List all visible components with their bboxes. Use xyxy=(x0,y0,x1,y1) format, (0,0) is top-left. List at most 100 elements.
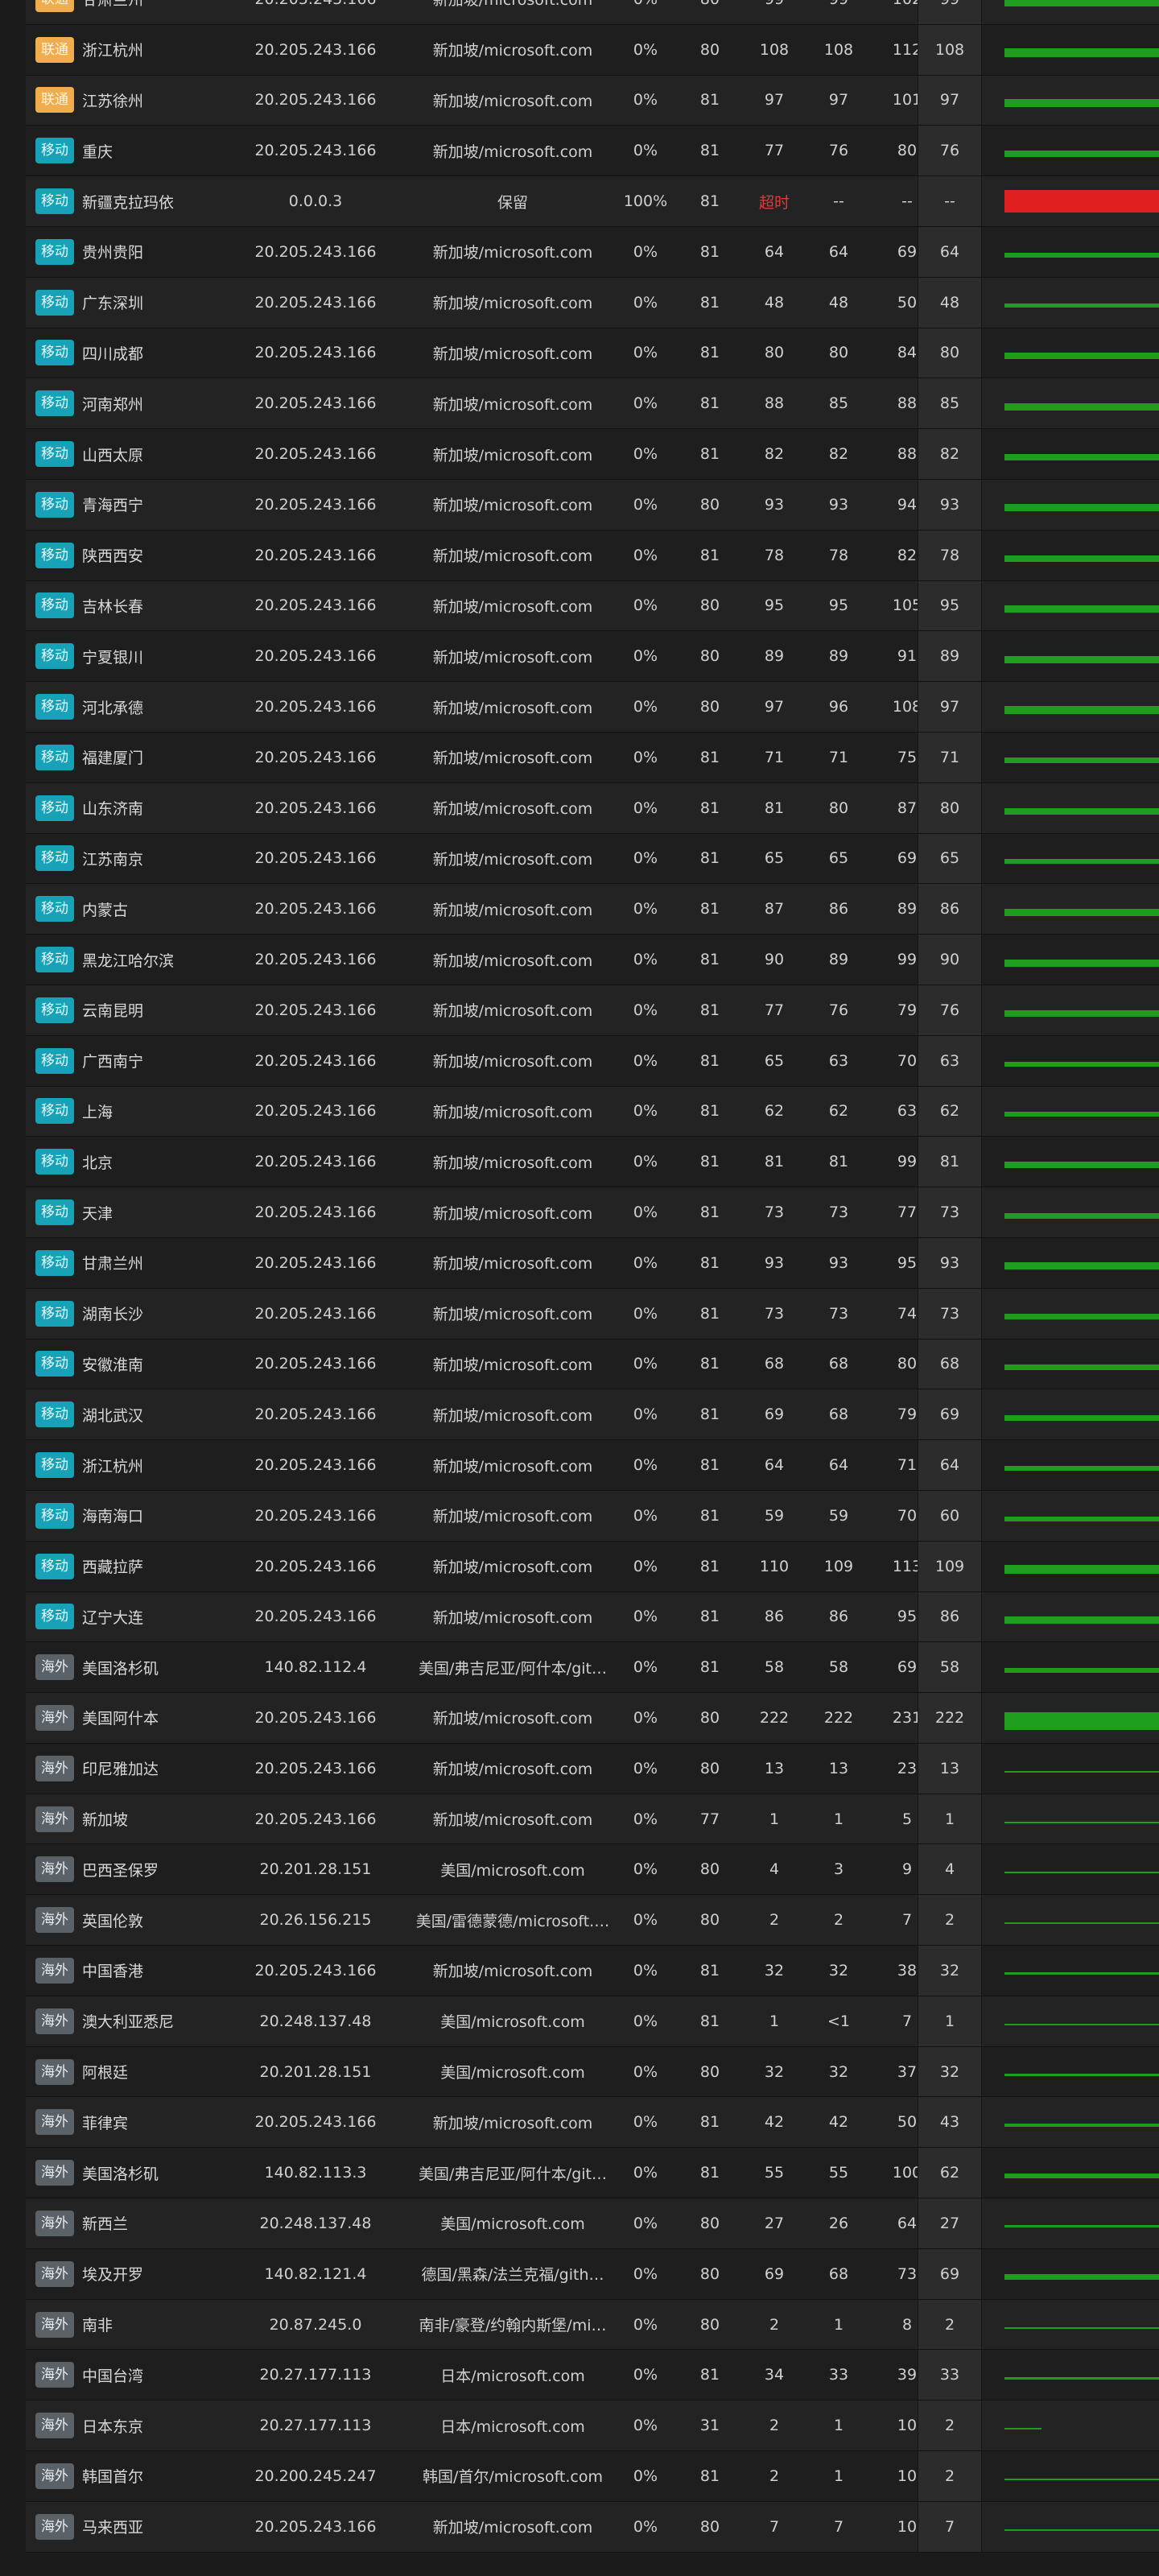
avg-cell: 80 xyxy=(828,799,849,817)
sent-cell: 77 xyxy=(699,1810,720,1828)
loss-cell: 0% xyxy=(633,1456,658,1474)
geo-cell: 德国/黑森/法兰克福/gith… xyxy=(421,2266,604,2285)
last-cell: 32 xyxy=(764,1961,785,1979)
node-cell: 海外 美国阿什本 xyxy=(35,1693,229,1743)
node-cell: 移动 湖南长沙 xyxy=(35,1289,229,1339)
ip-cell: 20.205.243.166 xyxy=(254,951,377,969)
best-cell: 71 xyxy=(918,732,982,782)
node-city: 美国洛杉矶 xyxy=(82,1659,159,1678)
latency-sparkline-bar xyxy=(1004,2274,1159,2281)
sent-cell: 81 xyxy=(699,1051,720,1070)
best-cell: 86 xyxy=(918,1591,982,1642)
ip-cell: 20.205.243.166 xyxy=(254,900,377,919)
sent-cell: 81 xyxy=(699,445,720,464)
node-city: 甘肃兰州 xyxy=(82,0,144,10)
isp-badge: 海外 xyxy=(35,1856,74,1883)
avg-cell: 81 xyxy=(828,1153,849,1171)
latency-sparkline-bar xyxy=(1004,2326,1159,2329)
avg-cell: 80 xyxy=(828,344,849,362)
loss-cell: 0% xyxy=(633,1708,658,1727)
latency-sparkline-bar xyxy=(1004,2428,1042,2430)
ip-cell: 20.205.243.166 xyxy=(254,2517,377,2536)
node-cell: 移动 河北承德 xyxy=(35,682,229,732)
node-city: 山西太原 xyxy=(82,446,144,464)
loss-cell: 0% xyxy=(633,1911,658,1930)
geo-cell: 新加坡/microsoft.com xyxy=(432,1356,593,1374)
latency-sparkline xyxy=(1004,783,1159,833)
loss-cell: 0% xyxy=(633,2062,658,2081)
latency-sparkline-bar xyxy=(1004,2023,1159,2025)
loss-cell: 0% xyxy=(633,951,658,969)
best-cell: 80 xyxy=(918,782,982,833)
last-cell: 58 xyxy=(764,1658,785,1677)
node-cell: 移动 湖北武汉 xyxy=(35,1389,229,1439)
node-city: 北京 xyxy=(82,1154,113,1172)
node-city: 河南郑州 xyxy=(82,395,144,414)
geo-cell: 新加坡/microsoft.com xyxy=(432,1002,593,1021)
sent-cell: 80 xyxy=(699,495,720,514)
isp-badge: 移动 xyxy=(35,947,74,973)
avg-cell: 95 xyxy=(828,597,849,615)
latency-sparkline-bar xyxy=(1004,252,1159,258)
sent-cell: 81 xyxy=(699,1557,720,1575)
sent-cell: 80 xyxy=(699,1759,720,1777)
sent-cell: 80 xyxy=(699,1860,720,1879)
latency-sparkline xyxy=(1004,0,1159,24)
node-cell: 移动 云南昆明 xyxy=(35,985,229,1035)
sent-cell: 81 xyxy=(699,799,720,817)
latency-sparkline xyxy=(1004,2198,1159,2248)
isp-badge: 移动 xyxy=(35,340,74,366)
latency-sparkline xyxy=(1004,1137,1159,1187)
latency-sparkline-bar xyxy=(1004,655,1159,663)
avg-cell: 99 xyxy=(806,0,871,24)
latency-graph-cell xyxy=(1004,2198,1159,2248)
avg-cell: 68 xyxy=(828,2264,849,2283)
geo-cell: 新加坡/microsoft.com xyxy=(432,1558,593,1577)
node-cell: 海外 马来西亚 xyxy=(35,2502,229,2552)
sent-cell: 81 xyxy=(699,2012,720,2030)
node-city: 浙江杭州 xyxy=(82,42,144,60)
node-cell: 移动 西藏拉萨 xyxy=(35,1542,229,1591)
sent-cell: 80 xyxy=(699,2264,720,2283)
table-row: 移动 湖南长沙 20.205.243.166 新加坡/microsoft.com… xyxy=(26,1288,1159,1340)
latency-graph-cell xyxy=(1004,631,1159,681)
node-cell: 海外 韩国首尔 xyxy=(35,2451,229,2501)
node-city: 菲律宾 xyxy=(82,2114,129,2132)
geo-cell: 新加坡/microsoft.com xyxy=(432,547,593,566)
last-cell: 80 xyxy=(764,344,785,362)
node-cell: 海外 美国洛杉矶 xyxy=(35,2148,229,2198)
ip-cell: 20.205.243.166 xyxy=(254,242,377,261)
geo-cell: 新加坡/microsoft.com xyxy=(432,1306,593,1324)
isp-badge: 移动 xyxy=(35,744,74,770)
avg-cell: 93 xyxy=(828,495,849,514)
table-row: 联通 浙江杭州 20.205.243.166 新加坡/microsoft.com… xyxy=(26,24,1159,76)
latency-sparkline-bar xyxy=(1004,2376,1159,2380)
last-cell: 78 xyxy=(764,546,785,564)
isp-badge: 海外 xyxy=(35,1806,74,1832)
geo-cell: 新加坡/microsoft.com xyxy=(432,1406,593,1425)
node-city: 宁夏银川 xyxy=(82,648,144,667)
avg-cell: 64 xyxy=(828,242,849,261)
sent-cell: 81 xyxy=(699,1406,720,1424)
node-cell: 移动 四川成都 xyxy=(35,328,229,378)
isp-badge: 联通 xyxy=(35,0,74,12)
isp-badge: 移动 xyxy=(35,188,74,215)
loss-cell: 0% xyxy=(633,293,658,312)
latency-sparkline xyxy=(1004,631,1159,681)
sent-cell: 81 xyxy=(699,192,720,211)
node-cell: 移动 陕西西安 xyxy=(35,530,229,580)
ip-cell: 20.205.243.166 xyxy=(254,1506,377,1525)
latency-sparkline-bar xyxy=(1004,1770,1159,1773)
latency-graph-cell xyxy=(1004,1744,1159,1794)
sent-cell: 81 xyxy=(699,1506,720,1525)
isp-badge: 联通 xyxy=(35,87,74,114)
geo-cell: 新加坡/microsoft.com xyxy=(432,1103,593,1121)
ip-cell: 20.205.243.166 xyxy=(254,2113,377,2132)
avg-cell: 59 xyxy=(828,1506,849,1525)
table-row: 移动 天津 20.205.243.166 新加坡/microsoft.com 0… xyxy=(26,1187,1159,1238)
node-cell: 移动 甘肃兰州 xyxy=(35,1238,229,1288)
latency-graph-cell xyxy=(1004,480,1159,530)
best-cell: 32 xyxy=(918,2046,982,2097)
latency-graph-cell xyxy=(1004,0,1159,24)
latency-sparkline xyxy=(1004,1642,1159,1692)
